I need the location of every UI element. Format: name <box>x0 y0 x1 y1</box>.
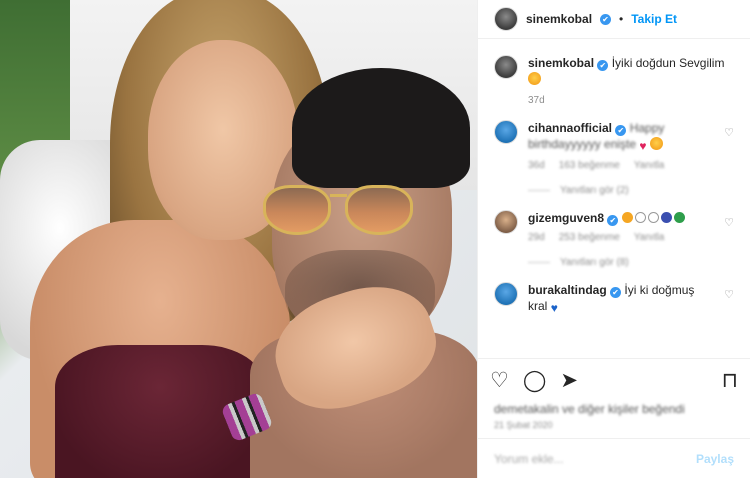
comment-input[interactable]: Yorum ekle... <box>494 452 564 466</box>
comment-text: cihannaofficial ✔ Happy birthdayyyyyy en… <box>528 120 716 154</box>
emoji-icon <box>649 137 663 150</box>
comment-item: cihannaofficial ✔ Happy birthdayyyyyy en… <box>494 120 734 196</box>
post-header: sinemkobal ✔ • Takip Et <box>478 0 750 39</box>
smiling-face-with-hearts-icon <box>528 72 541 85</box>
comment-text: gizemguven8 ✔ <box>528 210 716 226</box>
add-comment-bar: Yorum ekle... Paylaş <box>478 438 750 478</box>
avatar[interactable] <box>494 210 518 234</box>
post-comment-button[interactable]: Paylaş <box>696 452 734 466</box>
heart-emoji-icon: ♥ <box>639 139 647 153</box>
blue-emoji-icon <box>660 212 672 223</box>
avatar[interactable] <box>494 282 518 306</box>
post-date[interactable]: 21 Şubat 2020 <box>478 416 750 438</box>
post-sidebar: sinemkobal ✔ • Takip Et sinemkobal ✔ İyi… <box>477 0 750 478</box>
comment-icon[interactable]: ◯ <box>523 370 547 391</box>
green-emoji-icon <box>673 212 685 223</box>
comment-likes[interactable]: 163 beğenme <box>559 160 620 171</box>
emoji-icon <box>621 212 633 223</box>
white-heart-emoji-icon <box>647 212 659 223</box>
verified-icon: ✔ <box>610 287 622 298</box>
share-icon[interactable]: ➤ <box>560 370 578 391</box>
comment-item: burakaltindag ✔ İyi ki doğmuş kral ♥ ♡ <box>494 282 734 316</box>
comment-item: gizemguven8 ✔ 29d 253 beğenme Yanıtla Ya… <box>494 210 734 268</box>
comment-likes[interactable]: 253 beğenme <box>559 232 620 243</box>
comment-time[interactable]: 29d <box>528 232 545 243</box>
white-heart-emoji-icon <box>634 212 646 223</box>
view-replies-button[interactable]: Yanıtları gör (2) <box>528 185 716 196</box>
liked-by-text[interactable]: demetakalin ve diğer kişiler beğendi <box>478 402 750 416</box>
comment-heart-icon[interactable]: ♡ <box>724 288 734 301</box>
author-username[interactable]: sinemkobal <box>526 12 592 26</box>
heart-icon[interactable]: ♡ <box>490 370 509 391</box>
caption-text: sinemkobal ✔ İyiki doğdun Sevgilim <box>528 55 724 87</box>
comment-meta: 29d 253 beğenme Yanıtla <box>528 232 716 243</box>
caption-username[interactable]: sinemkobal <box>528 56 594 70</box>
view-replies-label: Yanıtları gör (8) <box>560 257 629 268</box>
avatar[interactable] <box>494 120 518 144</box>
verified-icon: ✔ <box>600 13 612 25</box>
comment-meta: 36d 163 beğenme Yanıtla <box>528 160 716 171</box>
comment-heart-icon[interactable]: ♡ <box>724 126 734 139</box>
sunglasses-right-lens <box>345 185 413 235</box>
action-bar: ♡ ◯ ➤ ⊓ <box>478 358 750 402</box>
view-replies-button[interactable]: Yanıtları gör (8) <box>528 257 716 268</box>
blue-heart-emoji-icon: ♥ <box>550 301 558 315</box>
follow-button[interactable]: Takip Et <box>631 12 677 26</box>
comment-heart-icon[interactable]: ♡ <box>724 216 734 229</box>
bookmark-icon[interactable]: ⊓ <box>722 370 738 391</box>
post-photo[interactable] <box>0 0 477 478</box>
comment-username[interactable]: burakaltindag <box>528 283 607 297</box>
verified-icon: ✔ <box>597 60 609 71</box>
man-hair <box>292 68 470 188</box>
replies-divider <box>528 190 550 191</box>
verified-icon: ✔ <box>607 215 619 226</box>
sunglasses-left-lens <box>263 185 331 235</box>
comments-section[interactable]: sinemkobal ✔ İyiki doğdun Sevgilim 37d c… <box>478 39 750 358</box>
verified-icon: ✔ <box>615 125 627 136</box>
reply-button[interactable]: Yanıtla <box>634 160 664 171</box>
replies-divider <box>528 262 550 263</box>
instagram-post: sinemkobal ✔ • Takip Et sinemkobal ✔ İyi… <box>0 0 750 478</box>
caption-body: İyiki doğdun Sevgilim <box>611 56 725 70</box>
comment-username[interactable]: cihannaofficial <box>528 121 612 135</box>
reply-button[interactable]: Yanıtla <box>634 232 664 243</box>
comment-time[interactable]: 36d <box>528 160 545 171</box>
caption-time[interactable]: 37d <box>528 95 724 106</box>
comment-username[interactable]: gizemguven8 <box>528 211 604 225</box>
caption: sinemkobal ✔ İyiki doğdun Sevgilim 37d <box>494 55 734 106</box>
sunglasses-bridge <box>330 194 347 197</box>
avatar[interactable] <box>494 55 518 79</box>
separator-dot: • <box>619 12 624 26</box>
view-replies-label: Yanıtları gör (2) <box>560 185 629 196</box>
avatar[interactable] <box>494 7 518 31</box>
comment-text: burakaltindag ✔ İyi ki doğmuş kral ♥ <box>528 282 716 316</box>
